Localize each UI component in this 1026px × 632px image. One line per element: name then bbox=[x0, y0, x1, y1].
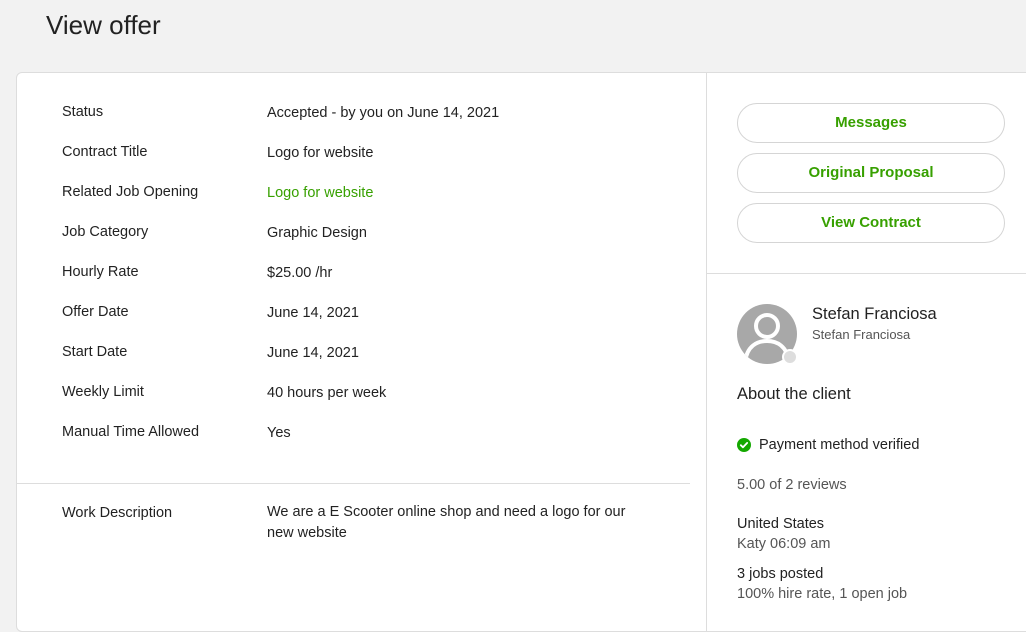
view-contract-button[interactable]: View Contract bbox=[737, 203, 1005, 243]
detail-label: Status bbox=[62, 104, 104, 120]
detail-label: Job Category bbox=[62, 224, 149, 240]
detail-label: Manual Time Allowed bbox=[62, 424, 200, 440]
detail-label: Hourly Rate bbox=[62, 264, 139, 280]
detail-value: June 14, 2021 bbox=[267, 345, 359, 361]
client-local-time: Katy 06:09 am bbox=[737, 536, 831, 552]
check-circle-icon bbox=[737, 438, 751, 452]
original-proposal-button[interactable]: Original Proposal bbox=[737, 153, 1005, 193]
payment-verified-text: Payment method verified bbox=[759, 437, 920, 453]
sidebar-divider bbox=[707, 273, 1026, 274]
client-hire-rate: 100% hire rate, 1 open job bbox=[737, 586, 908, 602]
offer-details-panel: Status Accepted - by you on June 14, 202… bbox=[17, 73, 706, 631]
detail-label: Offer Date bbox=[62, 304, 129, 320]
detail-row-weekly-limit: Weekly Limit 40 hours per week bbox=[17, 380, 706, 404]
detail-value: June 14, 2021 bbox=[267, 305, 359, 321]
detail-value: $25.00 /hr bbox=[267, 265, 333, 281]
detail-row-related-job: Related Job Opening Logo for website bbox=[17, 180, 706, 204]
detail-value: Logo for website bbox=[267, 145, 374, 161]
client-subtitle: Stefan Franciosa bbox=[812, 327, 911, 342]
detail-label: Weekly Limit bbox=[62, 384, 144, 400]
messages-button[interactable]: Messages bbox=[737, 103, 1005, 143]
detail-row-status: Status Accepted - by you on June 14, 202… bbox=[17, 100, 706, 124]
detail-row-hourly-rate: Hourly Rate $25.00 /hr bbox=[17, 260, 706, 284]
related-job-link[interactable]: Logo for website bbox=[267, 181, 373, 205]
offer-card: Status Accepted - by you on June 14, 202… bbox=[16, 72, 1026, 632]
detail-label: Related Job Opening bbox=[62, 184, 199, 200]
client-avatar bbox=[737, 304, 798, 365]
detail-label: Contract Title bbox=[62, 144, 148, 160]
detail-row-manual-time: Manual Time Allowed Yes bbox=[17, 420, 706, 444]
detail-row-contract-title: Contract Title Logo for website bbox=[17, 140, 706, 164]
detail-row-offer-date: Offer Date June 14, 2021 bbox=[17, 300, 706, 324]
offline-status-dot-icon bbox=[782, 349, 798, 365]
details-divider bbox=[17, 483, 690, 484]
detail-row-start-date: Start Date June 14, 2021 bbox=[17, 340, 706, 364]
client-jobs-posted: 3 jobs posted bbox=[737, 566, 824, 582]
about-client-heading: About the client bbox=[737, 385, 851, 403]
client-country: United States bbox=[737, 516, 825, 532]
detail-value: 40 hours per week bbox=[267, 385, 387, 401]
work-description-text: We are a E Scooter online shop and need … bbox=[267, 504, 626, 541]
detail-row-job-category: Job Category Graphic Design bbox=[17, 220, 706, 244]
client-sidebar: Messages Original Proposal View Contract bbox=[707, 73, 1026, 631]
page-title: View offer bbox=[46, 10, 161, 40]
detail-value: Accepted - by you on June 14, 2021 bbox=[267, 105, 500, 121]
detail-value: Graphic Design bbox=[267, 225, 367, 241]
detail-value: Yes bbox=[267, 425, 291, 441]
work-description-label: Work Description bbox=[62, 505, 173, 521]
detail-label: Start Date bbox=[62, 344, 128, 360]
client-reviews: 5.00 of 2 reviews bbox=[737, 477, 847, 493]
client-name: Stefan Franciosa bbox=[812, 305, 937, 323]
